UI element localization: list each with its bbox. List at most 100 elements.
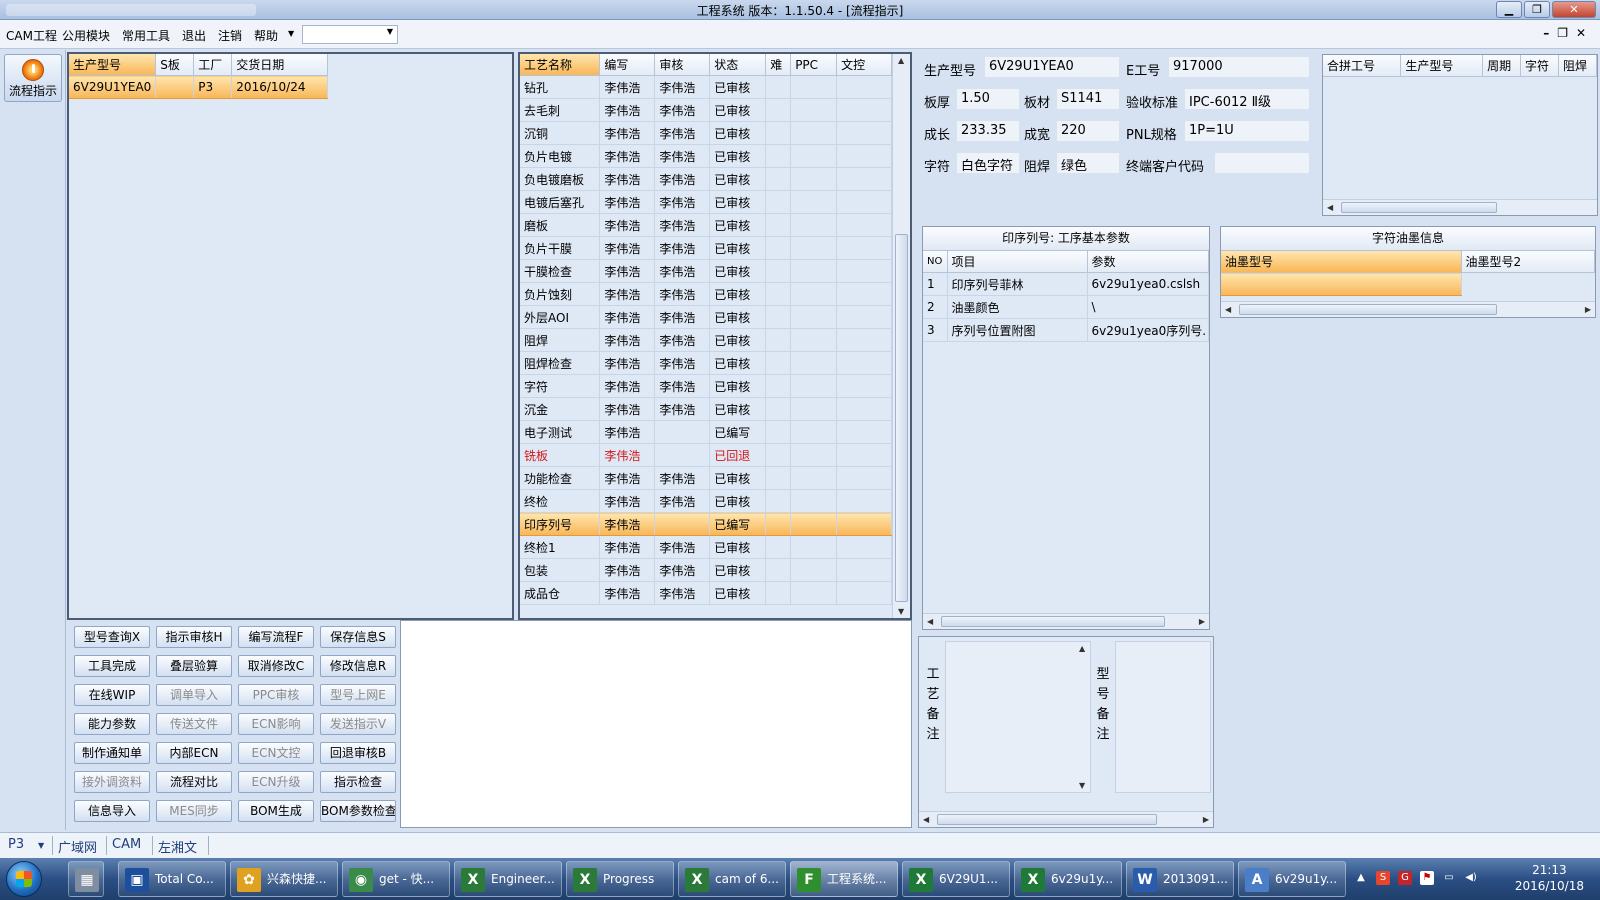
table-row[interactable]: 外层AOI 李伟浩 李伟浩 已审核 <box>520 305 892 329</box>
action-button-5-1[interactable]: 流程对比 <box>156 771 232 793</box>
action-button-1-0[interactable]: 工具完成 <box>74 655 150 677</box>
flow-indicator-button[interactable]: 流程指示 <box>4 54 62 102</box>
network-icon[interactable]: ▭ <box>1442 871 1456 885</box>
merge-horizontal-scrollbar[interactable]: ◀ <box>1323 199 1597 215</box>
col-merge-no[interactable]: 合拼工号 <box>1323 55 1402 77</box>
action-button-4-1[interactable]: 内部ECN <box>156 742 232 764</box>
table-row[interactable] <box>1221 272 1595 296</box>
scroll-thumb[interactable] <box>1239 304 1497 315</box>
col-merge-char[interactable]: 字符 <box>1520 55 1559 77</box>
action-button-2-2[interactable]: PPC审核 <box>238 684 314 706</box>
table-row[interactable]: 磨板 李伟浩 李伟浩 已审核 <box>520 213 892 237</box>
table-row[interactable]: 3 序列号位置附图 6v29u1yea0序列号. <box>923 318 1209 342</box>
field-standard[interactable]: IPC-6012 Ⅱ级 <box>1184 88 1310 110</box>
table-row[interactable]: 印序列号 李伟浩 已编写 <box>520 512 892 536</box>
scroll-down-icon[interactable]: ▼ <box>1079 781 1085 790</box>
tray-expand-icon[interactable]: ▲ <box>1354 871 1368 885</box>
mdi-controls[interactable]: –❐✕ <box>1543 26 1594 40</box>
taskbar-item[interactable]: ✿ 兴森快捷... <box>230 861 338 897</box>
scroll-left-icon[interactable]: ◀ <box>923 815 929 824</box>
table-row[interactable]: 钻孔 李伟浩 李伟浩 已审核 <box>520 75 892 99</box>
start-button-icon[interactable] <box>6 861 42 897</box>
table-row[interactable]: 1 印序列号菲林 6v29u1yea0.cslsh <box>923 272 1209 296</box>
action-button-4-2[interactable]: ECN文控 <box>238 742 314 764</box>
tray-app-icon[interactable]: S <box>1376 871 1390 885</box>
menu-logout[interactable]: 注销 <box>218 27 242 44</box>
table-row[interactable]: 字符 李伟浩 李伟浩 已审核 <box>520 374 892 398</box>
table-row[interactable]: 负片干膜 李伟浩 李伟浩 已审核 <box>520 236 892 260</box>
remarks-vertical-scrollbar[interactable]: ▲ ▼ <box>1076 642 1090 792</box>
col-no[interactable]: NO <box>923 251 948 273</box>
taskbar-item[interactable]: X Engineer... <box>454 861 562 897</box>
field-model[interactable]: 6V29U1YEA0 <box>984 56 1120 78</box>
action-button-2-1[interactable]: 调单导入 <box>156 684 232 706</box>
table-row[interactable]: 终检1 李伟浩 李伟浩 已审核 <box>520 535 892 559</box>
tray-app-icon[interactable]: G <box>1398 871 1412 885</box>
field-mask[interactable]: 绿色 <box>1056 152 1120 174</box>
action-button-0-3[interactable]: 保存信息S <box>320 626 396 648</box>
taskbar-pinned-calculator[interactable]: ▦ <box>68 861 104 897</box>
chevron-down-icon[interactable]: ▼ <box>288 29 294 38</box>
taskbar-item[interactable]: A 6v29u1y... <box>1238 861 1346 897</box>
table-row[interactable]: 功能检查 李伟浩 李伟浩 已审核 <box>520 466 892 490</box>
action-button-6-1[interactable]: MES同步 <box>156 800 232 822</box>
action-button-0-1[interactable]: 指示审核H <box>156 626 232 648</box>
action-button-1-2[interactable]: 取消修改C <box>238 655 314 677</box>
scroll-right-icon[interactable]: ▶ <box>1199 617 1205 626</box>
clock[interactable]: 21:13 2016/10/18 <box>1515 862 1584 894</box>
table-row[interactable]: 成品仓 李伟浩 李伟浩 已审核 <box>520 581 892 605</box>
action-button-1-3[interactable]: 修改信息R <box>320 655 396 677</box>
status-factory[interactable]: P3 <box>8 837 24 852</box>
taskbar-item[interactable]: Xcam of 6... <box>678 861 786 897</box>
menu-cam[interactable]: CAM工程 <box>6 27 57 44</box>
taskbar-item[interactable]: X 6v29u1y... <box>1014 861 1122 897</box>
action-button-5-3[interactable]: 指示检查 <box>320 771 396 793</box>
taskbar-item[interactable]: X 6V29U1... <box>902 861 1010 897</box>
col-writer[interactable]: 编写 <box>599 54 656 76</box>
action-button-5-2[interactable]: ECN升级 <box>238 771 314 793</box>
action-button-5-0[interactable]: 接外调资料 <box>74 771 150 793</box>
action-button-0-2[interactable]: 编写流程F <box>238 626 314 648</box>
scroll-left-icon[interactable]: ◀ <box>1327 203 1333 212</box>
menu-help[interactable]: 帮助 <box>254 27 278 44</box>
action-button-6-0[interactable]: 信息导入 <box>74 800 150 822</box>
restore-icon[interactable]: ❐ <box>1524 1 1550 18</box>
taskbar-item[interactable]: F 工程系统... <box>790 861 898 897</box>
action-button-3-2[interactable]: ECN影响 <box>238 713 314 735</box>
taskbar-item[interactable]: ◉ get - 快... <box>342 861 450 897</box>
action-button-3-1[interactable]: 传送文件 <box>156 713 232 735</box>
col-status[interactable]: 状态 <box>709 54 767 76</box>
col-ppc[interactable]: PPC <box>790 54 838 76</box>
action-button-6-2[interactable]: BOM生成 <box>238 800 314 822</box>
table-row[interactable]: 阻焊检查 李伟浩 李伟浩 已审核 <box>520 351 892 375</box>
ink-horizontal-scrollbar[interactable]: ◀ ▶ <box>1221 301 1595 317</box>
table-row[interactable]: 6V29U1YEA0 P3 2016/10/24 <box>69 75 329 99</box>
table-row[interactable]: 电镀后塞孔 李伟浩 李伟浩 已审核 <box>520 190 892 214</box>
table-row[interactable]: 沉金 李伟浩 李伟浩 已审核 <box>520 397 892 421</box>
action-button-3-3[interactable]: 发送指示V <box>320 713 396 735</box>
menu-combo[interactable]: ▼ <box>302 25 398 44</box>
menu-common-modules[interactable]: 公用模块 <box>62 27 110 44</box>
field-char[interactable]: 白色字符 <box>956 152 1020 174</box>
table-row[interactable]: 负电镀磨板 李伟浩 李伟浩 已审核 <box>520 167 892 191</box>
table-row[interactable]: 终检 李伟浩 李伟浩 已审核 <box>520 489 892 513</box>
col-factory[interactable]: 工厂 <box>193 54 233 76</box>
field-eno[interactable]: 917000 <box>1168 56 1310 78</box>
col-delivery-date[interactable]: 交货日期 <box>231 54 329 76</box>
process-remarks-textarea[interactable]: ▲ ▼ <box>945 641 1091 793</box>
col-model[interactable]: 生产型号 <box>69 54 157 76</box>
table-row[interactable]: 沉铜 李伟浩 李伟浩 已审核 <box>520 121 892 145</box>
scroll-thumb[interactable] <box>937 814 1157 825</box>
action-button-1-1[interactable]: 叠层验算 <box>156 655 232 677</box>
table-row[interactable]: 电子测试 李伟浩 已编写 <box>520 420 892 444</box>
field-length[interactable]: 233.35 <box>956 120 1020 142</box>
col-param[interactable]: 参数 <box>1087 251 1209 273</box>
table-row[interactable]: 2 油墨颜色 \ <box>923 295 1209 319</box>
field-width[interactable]: 220 <box>1056 120 1120 142</box>
col-reviewer[interactable]: 审核 <box>654 54 711 76</box>
col-difficulty[interactable]: 难 <box>765 54 792 76</box>
taskbar-item[interactable]: W 2013091... <box>1126 861 1234 897</box>
scroll-thumb[interactable] <box>895 234 908 602</box>
action-button-4-0[interactable]: 制作通知单 <box>74 742 150 764</box>
col-process-name[interactable]: 工艺名称 <box>520 54 601 76</box>
